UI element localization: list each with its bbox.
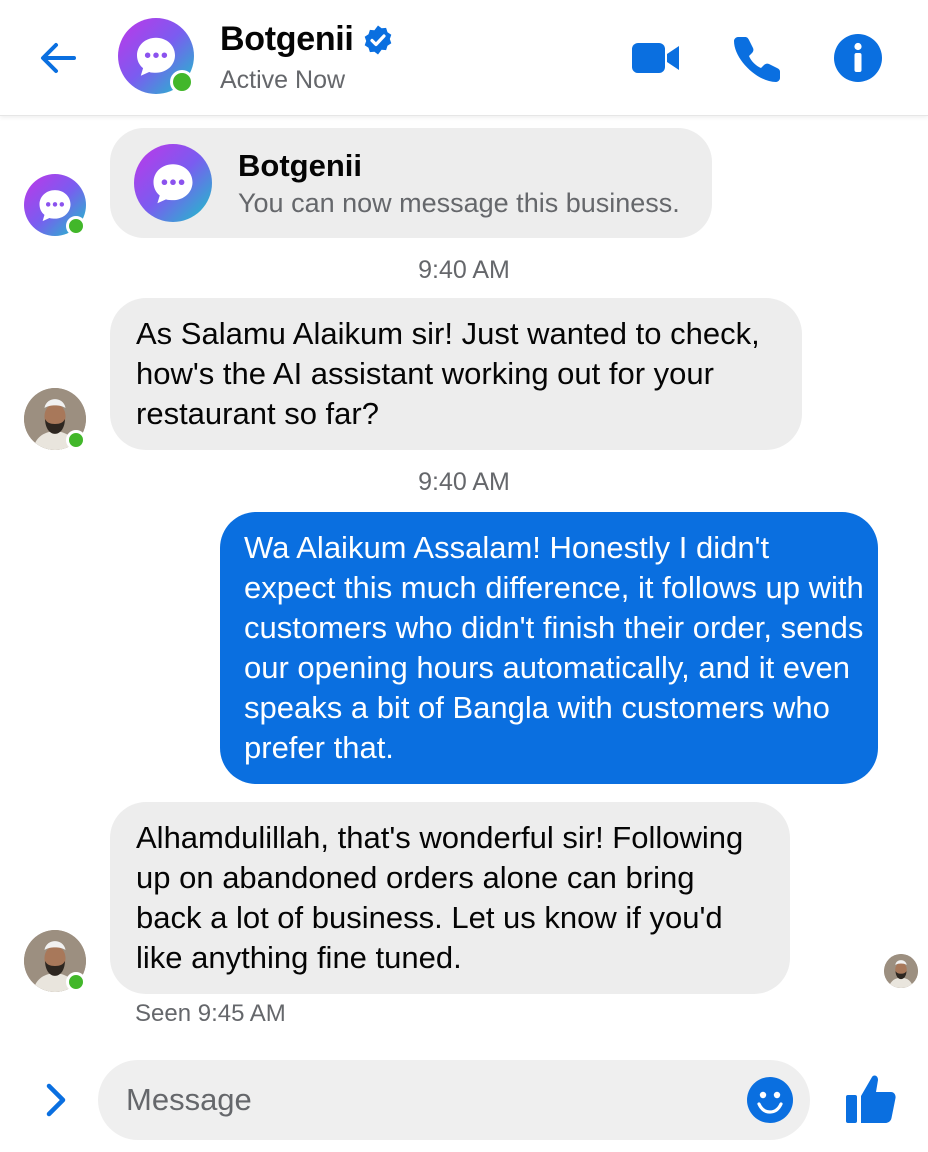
person-avatar-icon [884,954,918,988]
seen-status: Seen 9:45 AM [135,1000,286,1027]
video-camera-icon [632,43,679,73]
info-button[interactable] [832,32,884,84]
thumbs-up-icon[interactable] [842,1070,900,1128]
phone-icon [734,37,780,82]
online-indicator [66,216,86,236]
intro-business-name: Botgenii [238,148,362,183]
emoji-icon[interactable] [746,1076,794,1124]
contact-name[interactable]: Botgenii [220,20,394,59]
sender-avatar[interactable] [24,388,86,450]
message-timestamp: 9:40 AM [418,468,510,496]
message-input[interactable] [126,1060,726,1140]
sender-avatar[interactable] [24,930,86,992]
message-text: Alhamdulillah, that's wonderful sir! Fol… [136,820,744,975]
online-indicator [66,972,86,992]
online-indicator [66,430,86,450]
voice-call-button[interactable] [732,32,784,84]
intro-subtitle: You can now message this business. [238,188,680,218]
video-call-button[interactable] [630,32,682,84]
verified-badge-icon [364,25,391,54]
online-indicator [170,70,194,94]
message-bubble-incoming[interactable]: Alhamdulillah, that's wonderful sir! Fol… [110,802,790,994]
bot-side-avatar [24,174,86,236]
message-bubble-outgoing[interactable]: Wa Alaikum Assalam! Honestly I didn't ex… [220,512,878,784]
chevron-right-icon [46,1083,66,1117]
seen-avatar [884,954,918,988]
contact-status: Active Now [220,66,346,94]
message-bubble-incoming[interactable]: As Salamu Alaikum sir! Just wanted to ch… [110,298,802,450]
back-button[interactable] [34,34,82,82]
contact-name-text: Botgenii [220,20,354,58]
expand-actions-button[interactable] [36,1078,76,1122]
botgenii-logo-icon [134,144,212,222]
message-timestamp: 9:40 AM [418,256,510,284]
chat-header: Botgenii Active Now [0,0,928,116]
business-intro-card[interactable]: Botgenii You can now message this busine… [110,128,712,238]
message-text: Wa Alaikum Assalam! Honestly I didn't ex… [244,530,864,765]
info-icon [834,34,882,82]
message-composer [98,1060,810,1140]
message-text: As Salamu Alaikum sir! Just wanted to ch… [136,316,760,431]
contact-avatar[interactable] [118,18,194,94]
back-arrow-icon [41,43,76,73]
